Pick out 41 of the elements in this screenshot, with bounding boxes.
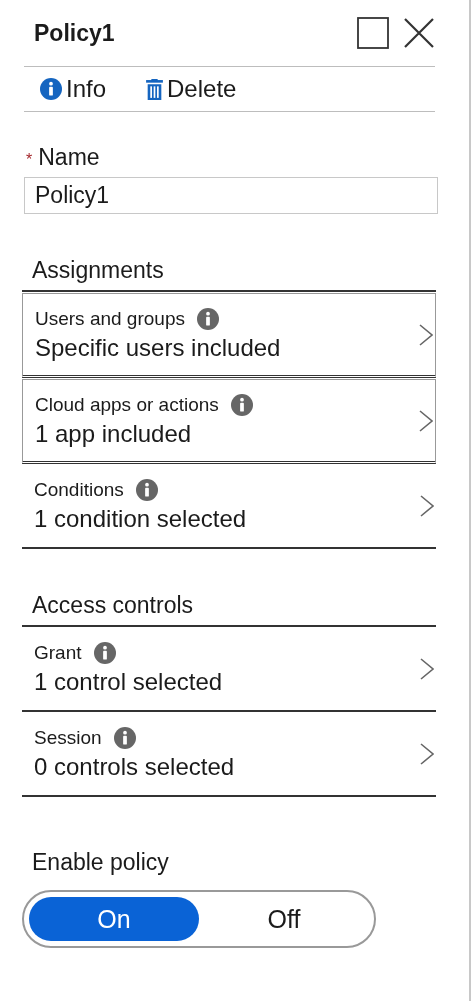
field-label: Name (38, 144, 100, 171)
row-label: Cloud apps or actions (35, 393, 219, 416)
info-icon (93, 641, 116, 664)
trash-icon (146, 78, 164, 100)
row-label: Conditions (34, 478, 124, 501)
info-icon (196, 307, 219, 330)
info-button[interactable]: Info (40, 75, 107, 103)
info-icon (135, 478, 158, 501)
section-heading: Assignments (32, 255, 165, 285)
window-title: Policy1 (34, 19, 116, 47)
delete-button[interactable]: Delete (146, 75, 237, 103)
settings-row[interactable]: Cloud apps or actions 1 app included (22, 379, 436, 464)
toggle-label: Enable policy (32, 849, 170, 876)
info-icon (40, 78, 62, 100)
toggle-option[interactable]: Off (199, 897, 369, 941)
toggle-option[interactable]: On (29, 897, 199, 941)
row-label: Users and groups (35, 307, 185, 330)
row-label: Grant (34, 641, 82, 664)
required-mark: * (26, 151, 33, 169)
info-icon (113, 726, 136, 749)
row-value: 1 control selected (34, 667, 224, 696)
name-input-field[interactable]: Policy1 (24, 177, 438, 214)
maximize-button[interactable] (357, 17, 389, 49)
settings-row[interactable]: Session 0 controls selected (22, 712, 436, 797)
chevron-icon (420, 494, 434, 517)
settings-row[interactable]: Grant 1 control selected (22, 627, 436, 712)
settings-row[interactable]: Users and groups Specific users included (22, 293, 436, 378)
section-heading: Access controls (32, 590, 195, 620)
row-value: Specific users included (35, 333, 282, 362)
row-label: Session (34, 726, 102, 749)
settings-row[interactable]: Conditions 1 condition selected (22, 464, 436, 549)
chevron-icon (420, 742, 434, 765)
row-value: 0 controls selected (34, 752, 236, 781)
on-off-toggle[interactable]: On Off (22, 890, 376, 948)
chevron-icon (419, 323, 433, 346)
close-button[interactable] (403, 17, 435, 49)
row-value: 1 app included (35, 419, 193, 448)
chevron-icon (420, 657, 434, 680)
chevron-icon (419, 409, 433, 432)
info-icon (230, 393, 253, 416)
row-value: 1 condition selected (34, 504, 248, 533)
